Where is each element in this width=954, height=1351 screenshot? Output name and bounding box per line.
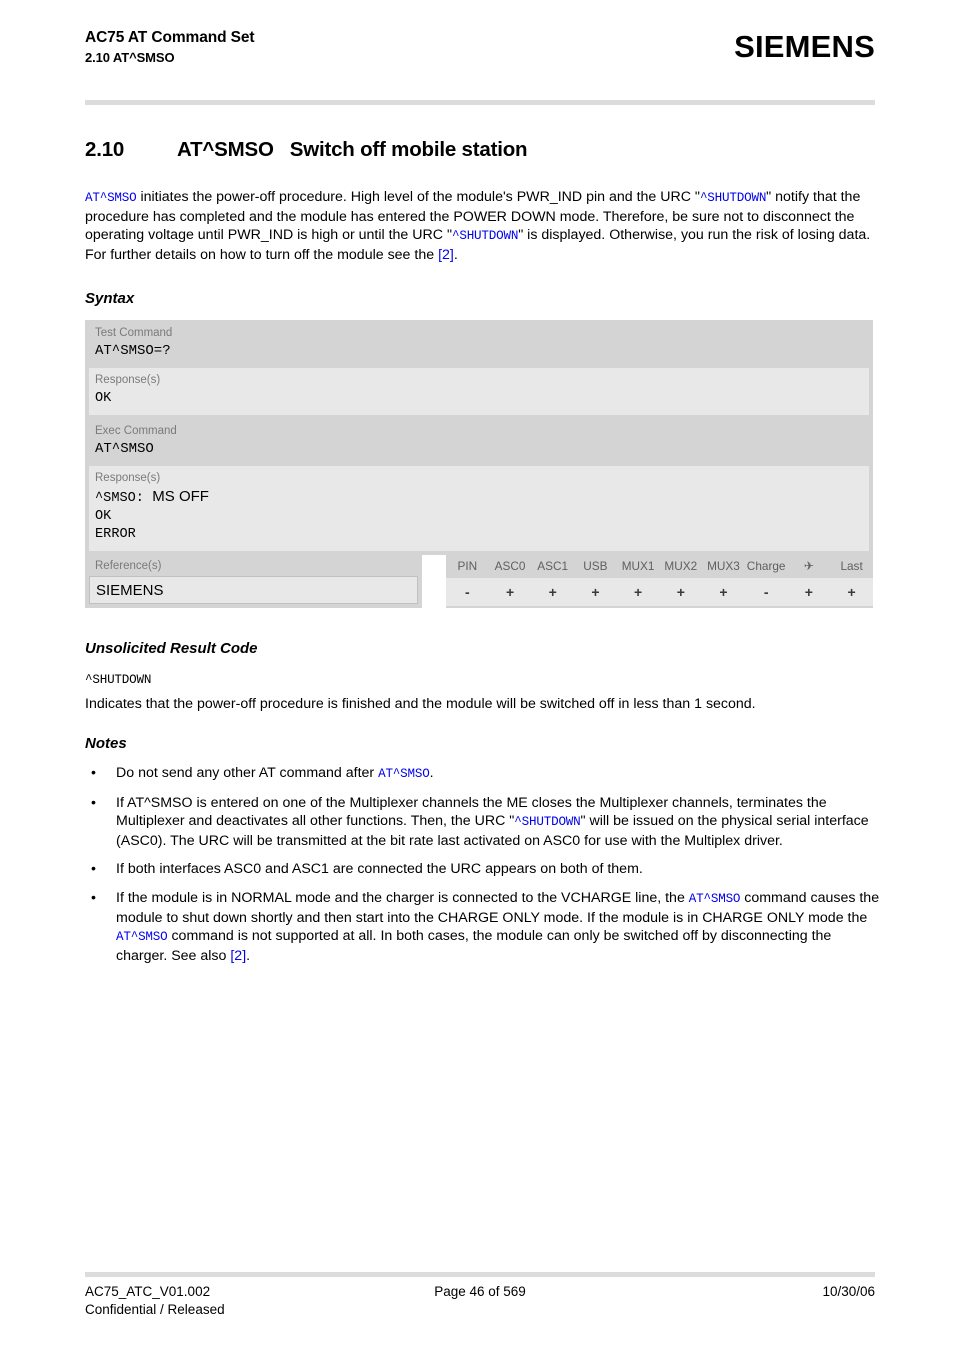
- note-item: • If both interfaces ASC0 and ASC1 are co…: [85, 860, 880, 879]
- section-title-text: Switch off mobile station: [289, 138, 528, 161]
- val-asc1: +: [531, 578, 575, 606]
- val-charge: -: [744, 578, 788, 606]
- page-title: 2.10 AT^SMSO Switch off mobile station: [85, 138, 875, 162]
- bullet-glyph: •: [91, 765, 96, 781]
- response-line: OK: [95, 509, 112, 524]
- col-asc0: ASC0: [488, 554, 532, 578]
- footer-date: 10/30/06: [822, 1284, 875, 1299]
- response-line: ERROR: [95, 527, 136, 542]
- intro-reference-link[interactable]: [2]: [438, 247, 454, 263]
- reference-value-box: SIEMENS: [89, 576, 418, 604]
- val-mux1: +: [616, 578, 660, 606]
- exec-response-block: Response(s) ^SMSO: MS OFF OK ERROR: [89, 466, 869, 551]
- col-mux2: MUX2: [659, 554, 703, 578]
- note-reference-link[interactable]: [2]: [230, 948, 246, 964]
- val-pin: -: [446, 578, 489, 606]
- page-header: AC75 AT Command Set 2.10 AT^SMSO SIEMENS: [85, 28, 875, 88]
- reference-capability-row: Reference(s) SIEMENS PIN ASC0 ASC1 USB M…: [85, 554, 873, 608]
- section-number: 2.10: [85, 138, 125, 161]
- capability-value-row: - + + + + + + - + +: [446, 578, 873, 606]
- urc-description: Indicates that the power-off procedure i…: [85, 696, 756, 712]
- reference-value: SIEMENS: [96, 582, 164, 599]
- notes-list: • Do not send any other AT command after …: [85, 764, 880, 975]
- urc-code: ^SHUTDOWN: [85, 673, 152, 687]
- bullet-glyph: •: [91, 889, 96, 906]
- bullet-glyph: •: [91, 861, 96, 878]
- heading-notes: Notes: [85, 735, 127, 752]
- intro-text-1: initiates the power-off procedure. High …: [136, 189, 700, 205]
- test-response-label: Response(s): [95, 374, 161, 386]
- col-last: Last: [830, 554, 873, 578]
- intro-urc-link-2[interactable]: ^SHUTDOWN: [452, 229, 518, 243]
- document-page: AC75 AT Command Set 2.10 AT^SMSO SIEMENS…: [0, 0, 954, 1351]
- note-text: .: [246, 947, 251, 964]
- exec-command-text: AT^SMSO: [95, 441, 154, 457]
- footer-divider: [85, 1272, 875, 1277]
- reference-label: Reference(s): [95, 560, 162, 572]
- note-text: command is not supported at all. In both…: [116, 928, 832, 964]
- section-command: AT^SMSO: [177, 138, 274, 161]
- header-divider: [85, 100, 875, 105]
- capability-header-row: PIN ASC0 ASC1 USB MUX1 MUX2 MUX3 Charge …: [446, 554, 873, 578]
- note-code-link[interactable]: ^SHUTDOWN: [514, 815, 580, 829]
- footer-doc-id: AC75_ATC_V01.002: [85, 1284, 211, 1299]
- note-text: If the module is in NORMAL mode and the …: [116, 889, 689, 906]
- response-line-smso: ^SMSO: MS OFF: [95, 488, 863, 508]
- siemens-logo: SIEMENS: [734, 29, 875, 64]
- note-item: • If the module is in NORMAL mode and the…: [85, 889, 880, 965]
- exec-command-label: Exec Command: [95, 425, 177, 437]
- reference-box: Reference(s) SIEMENS: [85, 554, 422, 608]
- col-usb: USB: [574, 554, 617, 578]
- response-prefix: ^SMSO:: [95, 491, 144, 506]
- col-charge: Charge: [744, 554, 788, 578]
- val-mux2: +: [659, 578, 703, 606]
- test-response-lines: OK: [89, 388, 869, 415]
- col-mux1: MUX1: [616, 554, 660, 578]
- val-last: +: [830, 578, 873, 606]
- heading-unsolicited-result-code: Unsolicited Result Code: [85, 640, 258, 657]
- page-footer: Page 46 of 569 AC75_ATC_V01.002 Confiden…: [85, 1283, 875, 1323]
- val-asc0: +: [488, 578, 532, 606]
- note-code-link[interactable]: AT^SMSO: [116, 930, 168, 944]
- intro-command-link[interactable]: AT^SMSO: [85, 191, 137, 205]
- note-item: • Do not send any other AT command after …: [85, 764, 880, 784]
- val-airplane: +: [787, 578, 831, 606]
- col-pin: PIN: [446, 554, 489, 578]
- exec-response-label: Response(s): [95, 472, 161, 484]
- val-usb: +: [574, 578, 617, 606]
- col-asc1: ASC1: [531, 554, 575, 578]
- note-text: Do not send any other AT command after: [116, 765, 379, 781]
- intro-paragraph: AT^SMSO initiates the power-off procedur…: [85, 188, 880, 264]
- note-text: .: [429, 765, 434, 781]
- airplane-icon: ✈: [787, 554, 831, 578]
- footer-classification: Confidential / Released: [85, 1302, 225, 1317]
- response-line: OK: [95, 391, 112, 406]
- note-code-link[interactable]: AT^SMSO: [378, 767, 430, 781]
- test-command-text: AT^SMSO=?: [95, 343, 171, 359]
- capability-table-box: PIN ASC0 ASC1 USB MUX1 MUX2 MUX3 Charge …: [446, 554, 873, 608]
- note-item: • If AT^SMSO is entered on one of the Mul…: [85, 794, 880, 851]
- intro-urc-link-1[interactable]: ^SHUTDOWN: [700, 191, 766, 205]
- syntax-block-exec-command: Exec Command AT^SMSO Response(s) ^SMSO: …: [85, 418, 873, 555]
- bullet-glyph: •: [91, 794, 96, 811]
- exec-response-lines: ^SMSO: MS OFF OK ERROR: [89, 486, 869, 551]
- val-mux3: +: [702, 578, 745, 606]
- response-value-text: MS OFF: [152, 488, 209, 505]
- note-code-link[interactable]: AT^SMSO: [689, 892, 741, 906]
- intro-text-4: .: [453, 246, 458, 263]
- test-command-label: Test Command: [95, 327, 173, 339]
- test-response-block: Response(s) OK: [89, 368, 869, 415]
- note-text: If both interfaces ASC0 and ASC1 are con…: [116, 861, 643, 878]
- col-mux3: MUX3: [702, 554, 745, 578]
- syntax-block-test-command: Test Command AT^SMSO=? Response(s) OK: [85, 320, 873, 419]
- capability-table: PIN ASC0 ASC1 USB MUX1 MUX2 MUX3 Charge …: [446, 554, 873, 606]
- heading-syntax: Syntax: [85, 290, 135, 307]
